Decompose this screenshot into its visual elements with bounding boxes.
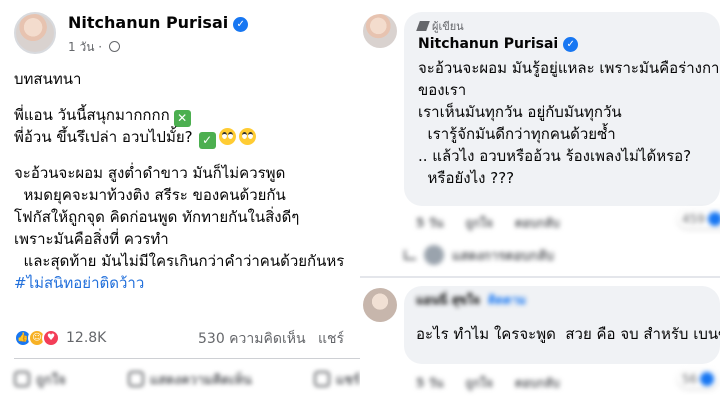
- comment-divider: [360, 276, 720, 278]
- post-body: บทสนทนา พี่แอน วันนี้สนุกมากกกก ✕ พี่อ้วน…: [14, 68, 360, 294]
- hashtag-link[interactable]: #ไม่สนิทอย่าติดว้าว: [14, 272, 360, 294]
- comment-count[interactable]: 530 ความคิดเห็น: [198, 331, 306, 347]
- commenter-avatar[interactable]: [363, 14, 397, 48]
- verified-badge-icon: ✓: [233, 17, 249, 32]
- eye-roll-emoji-icon: [218, 128, 236, 145]
- post-meta: 1 วัน ·: [68, 38, 120, 57]
- globe-icon: [108, 41, 120, 52]
- comment-reaction-count: 459: [682, 212, 705, 226]
- reaction-summary[interactable]: 👍 ☺ ♥ 12.8K: [14, 328, 106, 348]
- post-line: เพราะมันคือสิ่งที่ ควรทำ: [14, 230, 169, 248]
- like-reaction-icon: [707, 212, 720, 226]
- author-badge: ผู้เขียน: [416, 20, 706, 34]
- comment-bubble: แอนนี่ สุขใจ ติดตาม อะไร ทำไม ใครจะพูด ส…: [404, 286, 720, 364]
- comment-section: ผู้เขียน Nitchanun Purisai ✓ จะอ้วนจะผอม …: [360, 0, 720, 400]
- comment-author[interactable]: แอนนี่ สุขใจ: [416, 291, 480, 310]
- comment-meta-row: 5 วัน ถูกใจ ตอบกลับ: [416, 214, 560, 233]
- post-time[interactable]: 1 วัน: [68, 40, 94, 54]
- share-count[interactable]: แชร์: [318, 331, 344, 347]
- comment-header: แอนนี่ สุขใจ ติดตาม: [416, 292, 708, 308]
- view-replies-label: แสดงการตอบกลับ: [452, 248, 554, 264]
- comment-line: เราเห็นมันทุกวัน อยู่กับมันทุกวัน: [418, 103, 622, 121]
- thumbs-up-icon: [14, 371, 30, 387]
- post-line: โฟกัสให้ถูกจุด คิดก่อนพูด ทักทายกันในสิ่…: [14, 208, 300, 226]
- post-line: พี่แอน วันนี้สนุกมากกกก ✕: [14, 104, 360, 127]
- comment-line: .. แล้วไง อวบหรืออ้วน ร้องเพลงไม่ได้หรอ?: [418, 147, 692, 165]
- comment-text: จะอ้วนจะผอม มันรู้อยู่แหละ เพราะมันคือร่…: [418, 57, 720, 189]
- comment-like-link[interactable]: ถูกใจ: [465, 214, 492, 233]
- like-reaction-icon: [700, 372, 715, 386]
- comment-reaction-count: 56: [682, 372, 698, 386]
- post-author[interactable]: Nitchanun Purisai ✓: [68, 13, 249, 32]
- comment-line: จะอ้วนจะผอม มันรู้อยู่แหละ เพราะมันคือร่…: [418, 59, 720, 77]
- view-replies-link[interactable]: แสดงการตอบกลับ: [404, 245, 554, 265]
- like-button[interactable]: ถูกใจ: [14, 369, 66, 390]
- share-button[interactable]: แชร์: [313, 369, 360, 390]
- post-title: บทสนทนา: [14, 70, 82, 88]
- comment-reply-link[interactable]: ตอบกลับ: [515, 214, 560, 233]
- share-icon: [313, 371, 330, 387]
- comment-like-link[interactable]: ถูกใจ: [465, 374, 492, 393]
- post-line: จะอ้วนจะผอม สูงต่ำดำขาว มันก็ไม่ควรพูด: [14, 164, 286, 182]
- post-line: หมดยุคจะมาท้วงติง สรีระ ของคนด้วยกัน: [14, 186, 286, 204]
- comment-reaction-pill[interactable]: 459: [678, 210, 720, 228]
- comment-reaction-pill[interactable]: 56: [678, 370, 719, 388]
- comment-reply-link[interactable]: ตอบกลับ: [515, 374, 560, 393]
- comment-time[interactable]: 5 วัน: [416, 214, 443, 233]
- comment-text: อะไร ทำไม ใครจะพูด สวย คือ จบ สำหรับ เบน…: [416, 325, 720, 343]
- dot-separator: ·: [98, 40, 106, 54]
- cross-mark-emoji-icon: ✕: [173, 110, 191, 127]
- comment-meta-row: 5 วัน ถูกใจ ตอบกลับ: [416, 374, 560, 393]
- comment-author[interactable]: Nitchanun Purisai ✓: [418, 36, 706, 52]
- facebook-post: Nitchanun Purisai ✓ 1 วัน · บทสนทนา พี่แอ…: [0, 0, 360, 400]
- post-author-name[interactable]: Nitchanun Purisai: [68, 13, 228, 32]
- comment-icon: [127, 371, 144, 387]
- author-comment-bubble: ผู้เขียน Nitchanun Purisai ✓ จะอ้วนจะผอม …: [404, 12, 720, 206]
- author-avatar[interactable]: [14, 12, 56, 54]
- comment-line: เรารู้จักมันดีกว่าทุกคนด้วยซ้ำ: [418, 125, 616, 143]
- reaction-count[interactable]: 12.8K: [66, 330, 106, 346]
- post-action-bar: ถูกใจ แสดงความคิดเห็น แชร์: [14, 366, 360, 392]
- post-line: พี่อ้วน ขึ้นรึเปล่า อวบไปมั้ย? ✓: [14, 126, 360, 149]
- commenter-avatar[interactable]: [363, 288, 397, 322]
- comment-share-counts: 530 ความคิดเห็น แชร์: [198, 328, 344, 350]
- follow-link[interactable]: ติดตาม: [488, 291, 526, 310]
- reply-arrow-icon: [404, 250, 416, 260]
- comment-line: หรือยังไง ???: [418, 169, 515, 187]
- divider: [14, 358, 360, 359]
- post-line: และสุดท้าย มันไม่มีใครเกินกว่าคำว่าคนด้ว…: [14, 252, 345, 270]
- verified-badge-icon: ✓: [563, 37, 579, 52]
- comment-line: ของเรา: [418, 81, 467, 99]
- pen-icon: [416, 21, 430, 31]
- comment-button[interactable]: แสดงความคิดเห็น: [127, 369, 252, 390]
- eye-roll-emoji-icon: [238, 128, 256, 145]
- comment-time[interactable]: 5 วัน: [416, 374, 443, 393]
- check-mark-emoji-icon: ✓: [198, 132, 216, 149]
- love-reaction-icon: ♥: [42, 329, 60, 347]
- reply-avatar: [424, 245, 444, 265]
